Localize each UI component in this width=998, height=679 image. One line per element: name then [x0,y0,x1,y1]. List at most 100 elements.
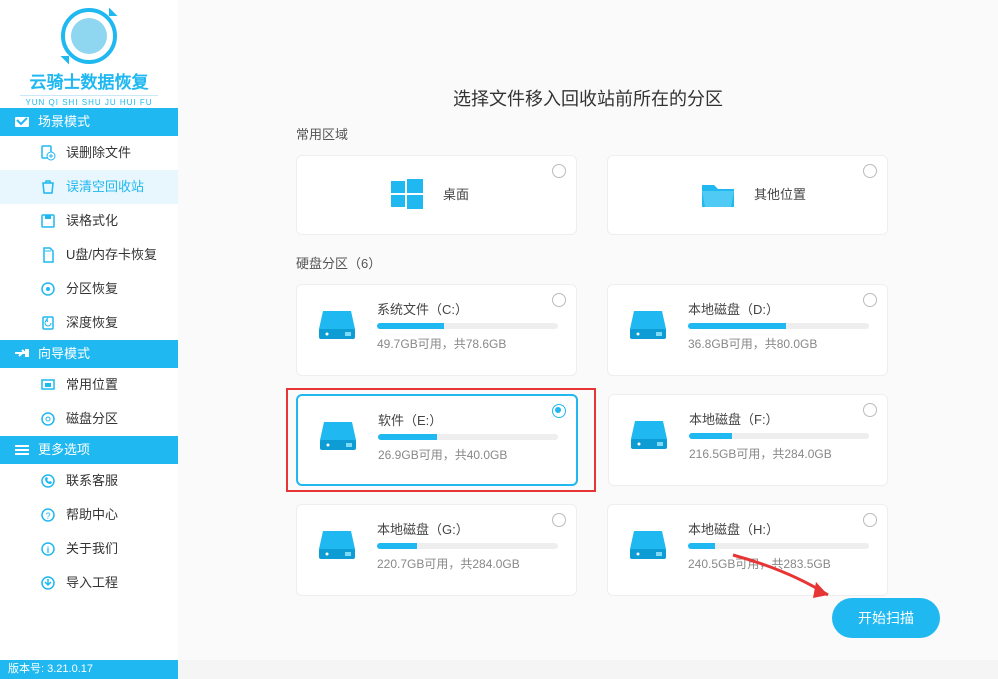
logo-area: 云骑士数据恢复 YUN QI SHI SHU JU HUI FU [0,0,178,108]
drive-icon [316,412,360,456]
disk-card[interactable]: 本地磁盘（F:） 216.5GB可用，共284.0GB [608,394,888,486]
sidebar-item-label: 联系客服 [66,464,118,498]
file-delete-icon [40,145,56,161]
sidebar-item-recycle-bin[interactable]: 误清空回收站 [0,170,178,204]
disk-usage-text: 49.7GB可用，共78.6GB [377,335,558,352]
section-more-options[interactable]: 更多选项 [0,436,178,464]
disk-card[interactable]: 软件（E:） 26.9GB可用，共40.0GB [296,394,578,486]
sidebar-item-label: 误删除文件 [66,136,131,170]
disk-usage-bar [688,543,869,549]
disk-card[interactable]: 本地磁盘（D:） 36.8GB可用，共80.0GB [607,284,888,376]
section-label: 向导模式 [38,340,90,368]
disk-card[interactable]: 本地磁盘（G:） 220.7GB可用，共284.0GB [296,504,577,596]
radio-indicator [552,404,566,418]
disk-usage-text: 240.5GB可用，共283.5GB [688,555,869,572]
recycle-bin-icon [40,179,56,195]
sidebar-item-deleted-files[interactable]: 误删除文件 [0,136,178,170]
sidebar-item-usb-card[interactable]: U盘/内存卡恢复 [0,238,178,272]
disk-name: 本地磁盘（D:） [688,299,869,318]
section-label: 场景模式 [38,108,90,136]
app-name-pinyin: YUN QI SHI SHU JU HUI FU [20,95,158,107]
info-icon: i [40,541,56,557]
sidebar-item-partition[interactable]: 分区恢复 [0,272,178,306]
scene-icon [14,114,30,130]
radio-indicator [863,293,877,307]
sidebar-item-formatted[interactable]: 误格式化 [0,204,178,238]
phone-icon [40,473,56,489]
import-icon [40,575,56,591]
card-title: 桌面 [443,184,469,203]
disk-card[interactable]: 本地磁盘（H:） 240.5GB可用，共283.5GB [607,504,888,596]
radio-indicator [552,513,566,527]
sidebar-item-disk-partition[interactable]: 磁盘分区 [0,402,178,436]
svg-text:i: i [47,545,50,555]
disk-name: 本地磁盘（G:） [377,519,558,538]
disk-partition-label: 硬盘分区（6） [296,253,888,272]
section-wizard-mode[interactable]: 向导模式 [0,340,178,368]
more-icon [14,442,30,458]
section-scene-mode[interactable]: 场景模式 [0,108,178,136]
sidebar-item-import-project[interactable]: 导入工程 [0,566,178,600]
partition-icon [40,281,56,297]
disk-usage-bar [688,323,869,329]
drive-icon [626,521,670,565]
radio-indicator [863,403,877,417]
sidebar-item-about-us[interactable]: i 关于我们 [0,532,178,566]
main-content: 选择文件移入回收站前所在的分区 常用区域 桌面 其他位置 硬盘分区（6） [178,0,998,660]
common-area-label: 常用区域 [296,124,888,143]
sidebar-item-deep-recovery[interactable]: 深度恢复 [0,306,178,340]
drive-icon [315,521,359,565]
section-label: 更多选项 [38,436,90,464]
locations-icon [40,377,56,393]
sidebar-item-help-center[interactable]: ? 帮助中心 [0,498,178,532]
format-icon [40,213,56,229]
deep-recovery-icon [40,315,56,331]
sidebar-item-label: 误格式化 [66,204,118,238]
disk-usage-bar [377,543,558,549]
desktop-card[interactable]: 桌面 [296,155,577,235]
disk-usage-text: 216.5GB可用，共284.0GB [689,445,869,462]
sidebar-item-label: 帮助中心 [66,498,118,532]
help-icon: ? [40,507,56,523]
disk-usage-bar [377,323,558,329]
drive-icon [315,301,359,345]
radio-indicator [863,513,877,527]
sidebar-item-label: 常用位置 [66,368,118,402]
sidebar-item-label: 深度恢复 [66,306,118,340]
drive-icon [627,411,671,455]
sidebar-item-common-locations[interactable]: 常用位置 [0,368,178,402]
folder-icon [696,173,740,217]
disk-usage-bar [378,434,558,440]
disk-usage-bar [689,433,869,439]
start-scan-button[interactable]: 开始扫描 [832,598,940,638]
sidebar-item-label: 导入工程 [66,566,118,600]
disk-name: 软件（E:） [378,410,558,429]
disk-name: 系统文件（C:） [377,299,558,318]
sd-card-icon [40,247,56,263]
wizard-icon [14,346,30,362]
sidebar-item-label: U盘/内存卡恢复 [66,238,157,272]
card-title: 其他位置 [754,184,806,203]
disk-name: 本地磁盘（F:） [689,409,869,428]
version-bar: 版本号: 3.21.0.17 [0,660,178,679]
radio-indicator [552,293,566,307]
radio-indicator [552,164,566,178]
sidebar: 云骑士数据恢复 YUN QI SHI SHU JU HUI FU 场景模式 误删… [0,0,178,660]
page-title: 选择文件移入回收站前所在的分区 [178,85,998,111]
logo-icon [61,8,117,64]
app-name: 云骑士数据恢复 [0,68,178,93]
other-location-card[interactable]: 其他位置 [607,155,888,235]
disk-name: 本地磁盘（H:） [688,519,869,538]
radio-indicator [863,164,877,178]
disk-usage-text: 220.7GB可用，共284.0GB [377,555,558,572]
drive-icon [626,301,670,345]
windows-icon [385,173,429,217]
disk-card[interactable]: 系统文件（C:） 49.7GB可用，共78.6GB [296,284,577,376]
sidebar-item-contact-support[interactable]: 联系客服 [0,464,178,498]
disk-usage-text: 36.8GB可用，共80.0GB [688,335,869,352]
sidebar-item-label: 磁盘分区 [66,402,118,436]
sidebar-item-label: 分区恢复 [66,272,118,306]
disk-icon [40,411,56,427]
disk-usage-text: 26.9GB可用，共40.0GB [378,446,558,463]
sidebar-item-label: 关于我们 [66,532,118,566]
